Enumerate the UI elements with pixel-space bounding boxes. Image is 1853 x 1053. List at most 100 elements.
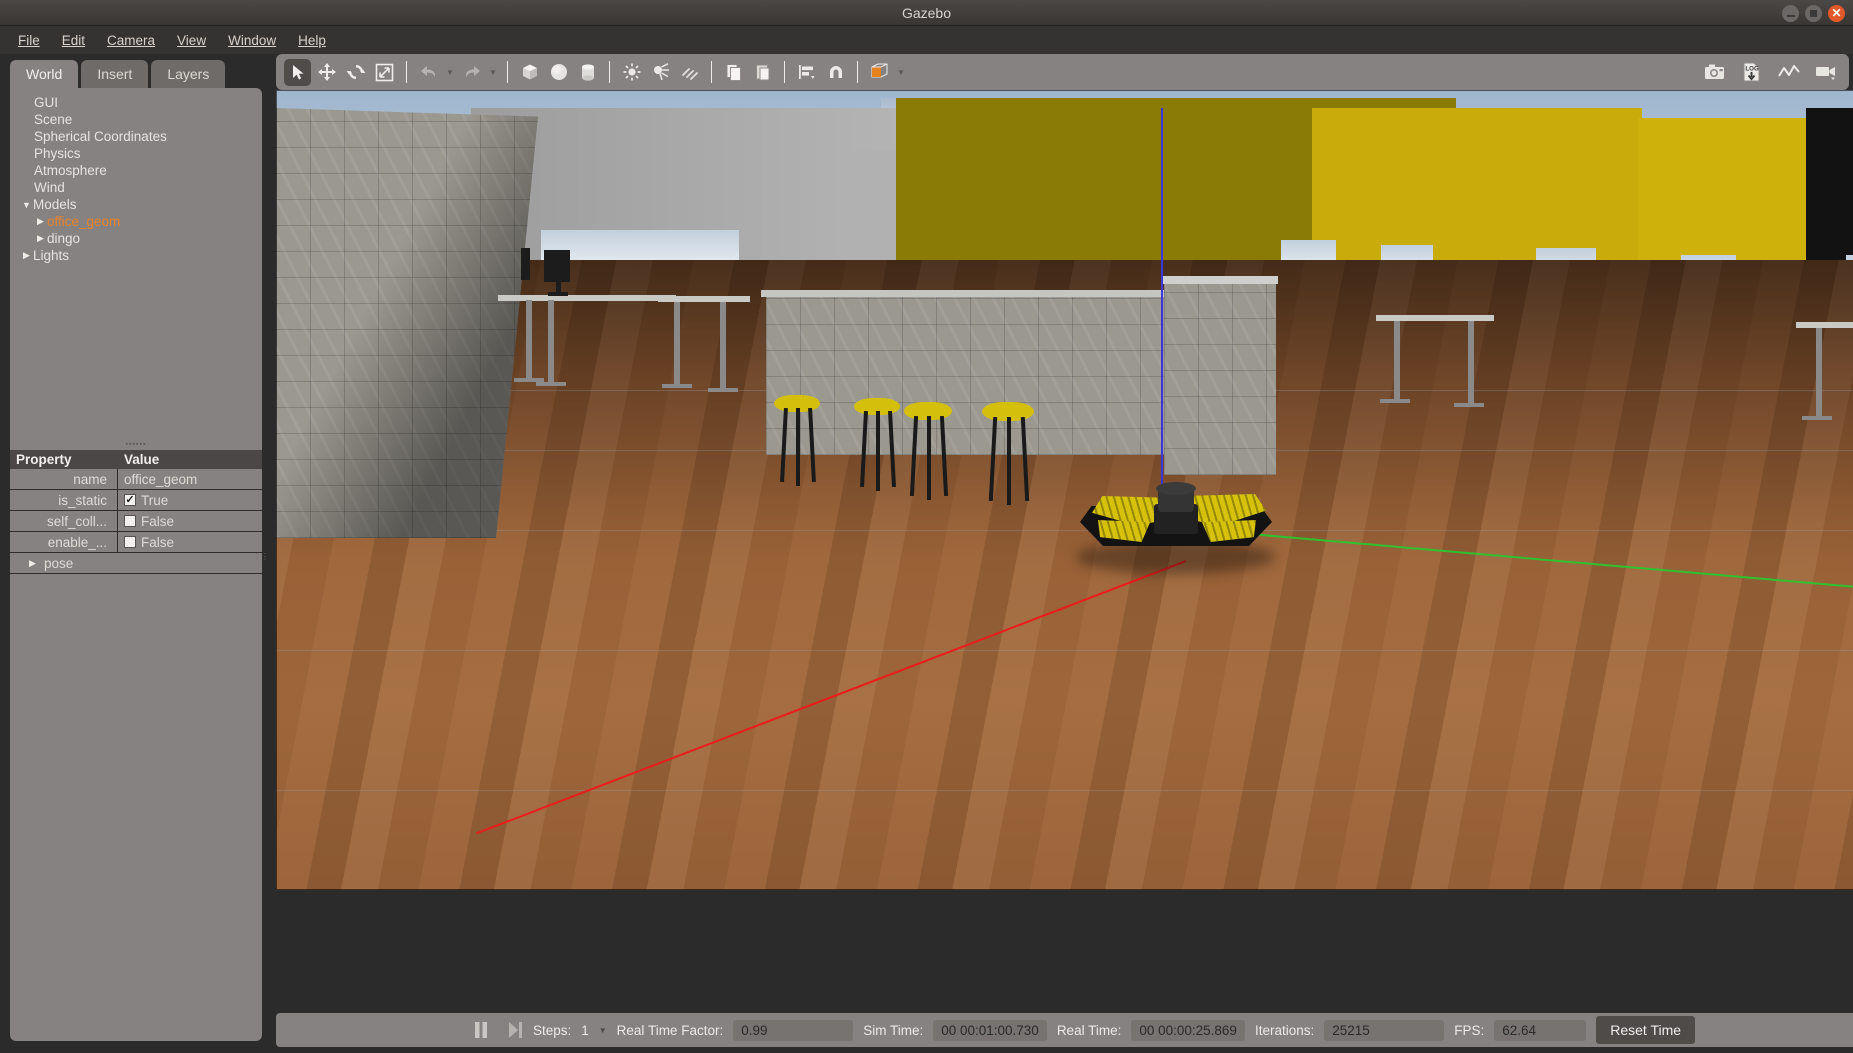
menu-window-label: Window (228, 33, 276, 48)
property-is-static-value: ✓ True (118, 490, 262, 511)
stone-pillar (1164, 280, 1276, 475)
redo-button[interactable] (458, 59, 485, 86)
undo-button[interactable] (415, 59, 442, 86)
chevron-right-icon[interactable]: ▶ (34, 216, 47, 227)
pillar-top (1162, 276, 1278, 284)
is-static-checkbox[interactable]: ✓ (124, 494, 136, 506)
cylinder-shape-button[interactable] (574, 59, 601, 86)
3d-viewport[interactable] (276, 90, 1853, 890)
chevron-right-icon[interactable]: ▶ (20, 250, 33, 261)
view-angle-dropdown[interactable]: ▼ (895, 59, 907, 86)
world-tree: GUI Scene Spherical Coordinates Physics … (10, 88, 262, 440)
pause-button[interactable] (473, 1021, 489, 1039)
reset-time-button[interactable]: Reset Time (1596, 1016, 1695, 1044)
tab-world[interactable]: World (10, 60, 78, 88)
tree-item-gui[interactable]: GUI (10, 94, 262, 111)
menu-view[interactable]: View (167, 29, 216, 52)
steps-dropdown-icon[interactable]: ▼ (599, 1026, 607, 1035)
snap-button[interactable] (822, 59, 849, 86)
sim-time-label: Sim Time: (863, 1023, 923, 1038)
chevron-down-icon[interactable]: ▼ (20, 200, 33, 210)
column-header-value: Value (118, 452, 262, 467)
self-collide-value-label: False (141, 514, 174, 529)
enable-wind-value-label: False (141, 535, 174, 550)
property-name-label: name (10, 469, 118, 490)
dingo-robot[interactable] (1076, 480, 1276, 570)
menu-camera[interactable]: Camera (97, 29, 165, 52)
menu-edit[interactable]: Edit (52, 29, 95, 52)
tab-insert[interactable]: Insert (81, 60, 148, 88)
tree-item-scene-label: Scene (34, 111, 72, 128)
menu-file-label: File (18, 33, 40, 48)
undo-dropdown[interactable]: ▼ (444, 59, 456, 86)
render-toolbar-right: LOG (1691, 54, 1849, 90)
grid-line (276, 530, 1853, 531)
toolbar-separator (406, 61, 407, 83)
redo-dropdown[interactable]: ▼ (487, 59, 499, 86)
tree-item-atmosphere[interactable]: Atmosphere (10, 162, 262, 179)
table-row[interactable]: name office_geom (10, 469, 262, 490)
plot-button[interactable] (1775, 59, 1802, 86)
tree-item-office-geom[interactable]: ▶ office_geom (10, 213, 262, 230)
panel-tabs: World Insert Layers (0, 54, 272, 88)
tree-item-atmosphere-label: Atmosphere (34, 162, 107, 179)
tree-item-wind[interactable]: Wind (10, 179, 262, 196)
table-row[interactable]: enable_... False (10, 532, 262, 553)
chevron-right-icon[interactable]: ▶ (34, 233, 47, 244)
panel-resize-handle[interactable]: ⋮⋮ (253, 554, 269, 559)
tree-item-models[interactable]: ▼ Models (10, 196, 262, 213)
view-angle-button[interactable] (866, 59, 893, 86)
left-panel: World Insert Layers GUI Scene Spherical … (0, 54, 272, 1053)
maximize-button[interactable] (1805, 5, 1822, 22)
scale-tool[interactable] (371, 59, 398, 86)
toolbar-separator (857, 61, 858, 83)
tree-item-scene[interactable]: Scene (10, 111, 262, 128)
tree-item-dingo[interactable]: ▶ dingo (10, 230, 262, 247)
lidar-top-cap (1156, 482, 1196, 495)
sphere-shape-button[interactable] (545, 59, 572, 86)
minimize-icon (1787, 15, 1795, 17)
video-record-button[interactable] (1812, 59, 1839, 86)
tree-item-spherical-coordinates[interactable]: Spherical Coordinates (10, 128, 262, 145)
chevron-right-icon[interactable]: ▶ (26, 553, 39, 574)
paste-button[interactable] (749, 59, 776, 86)
log-record-button[interactable]: LOG (1738, 59, 1765, 86)
tab-layers[interactable]: Layers (151, 60, 225, 88)
spot-light-button[interactable] (647, 59, 674, 86)
enable-wind-checkbox[interactable] (124, 536, 136, 548)
menu-file[interactable]: File (8, 29, 50, 52)
translate-tool[interactable] (313, 59, 340, 86)
screenshot-button[interactable] (1701, 59, 1728, 86)
table-row[interactable]: ▶ pose (10, 553, 262, 574)
desk-leg (1394, 321, 1400, 399)
title-bar: Gazebo ✕ (0, 0, 1853, 26)
select-arrow-tool[interactable] (284, 59, 311, 86)
status-bar: Steps: 1 ▼ Real Time Factor: 0.99 Sim Ti… (276, 1013, 1853, 1047)
tab-insert-label: Insert (97, 66, 132, 82)
copy-button[interactable] (720, 59, 747, 86)
stone-counter (766, 295, 1166, 455)
property-enable-wind-label: enable_... (10, 532, 118, 553)
main-area: World Insert Layers GUI Scene Spherical … (0, 54, 1853, 1053)
tree-item-lights[interactable]: ▶ Lights (10, 247, 262, 264)
panel-splitter[interactable]: ▪▪▪▪▪▪ (10, 440, 262, 450)
menu-help[interactable]: Help (288, 29, 336, 52)
box-shape-button[interactable] (516, 59, 543, 86)
point-light-button[interactable] (618, 59, 645, 86)
directional-light-button[interactable] (676, 59, 703, 86)
align-button[interactable] (793, 59, 820, 86)
property-name-value: office_geom (118, 469, 262, 490)
close-button[interactable]: ✕ (1828, 5, 1845, 22)
self-collide-checkbox[interactable] (124, 515, 136, 527)
toolbar-separator (711, 61, 712, 83)
rotate-tool[interactable] (342, 59, 369, 86)
monitor (521, 248, 530, 280)
table-row[interactable]: self_coll... False (10, 511, 262, 532)
menu-camera-label: Camera (107, 33, 155, 48)
step-button[interactable] (507, 1021, 523, 1039)
minimize-button[interactable] (1782, 5, 1799, 22)
table-row[interactable]: is_static ✓ True (10, 490, 262, 511)
tree-item-physics[interactable]: Physics (10, 145, 262, 162)
menu-window[interactable]: Window (218, 29, 286, 52)
property-pose-row[interactable]: ▶ pose (10, 553, 83, 574)
